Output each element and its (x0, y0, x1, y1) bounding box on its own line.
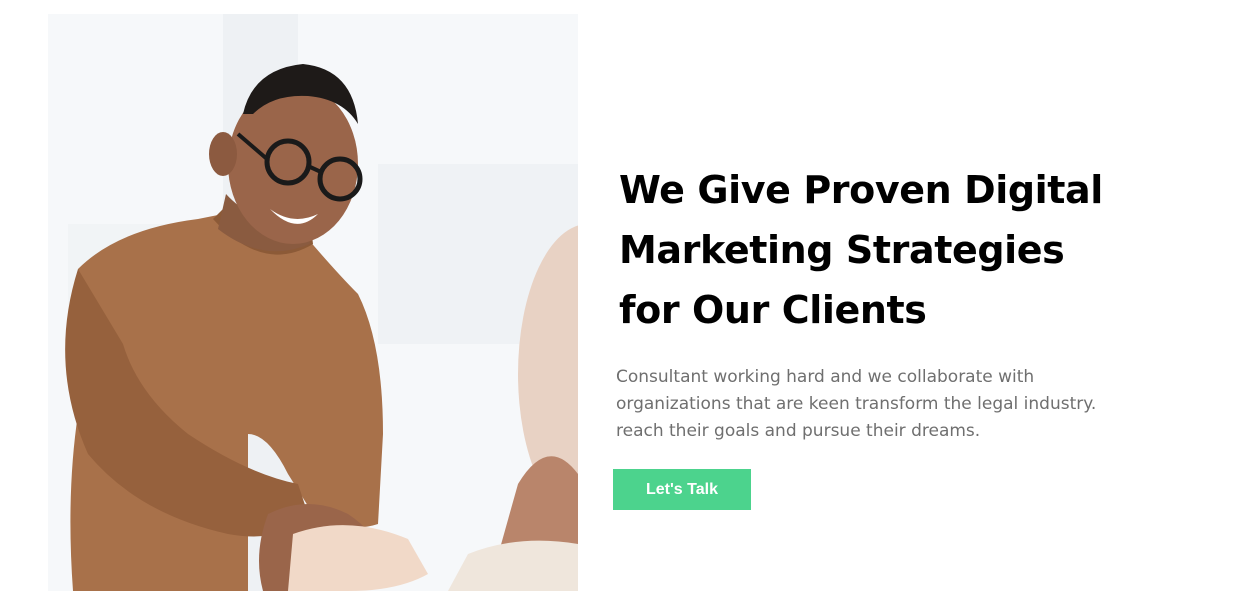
handshake-photo-illustration (48, 14, 578, 591)
hero-description: Consultant working hard and we collabora… (616, 367, 1097, 441)
hero-headline: We Give Proven Digital Marketing Strateg… (619, 168, 1103, 332)
hero-section: We Give Proven Digital Marketing Strateg… (0, 0, 1237, 591)
hero-photo (48, 14, 578, 591)
hero-content: We Give Proven Digital Marketing Strateg… (616, 160, 1136, 445)
lets-talk-button[interactable]: Let's Talk (613, 469, 751, 510)
